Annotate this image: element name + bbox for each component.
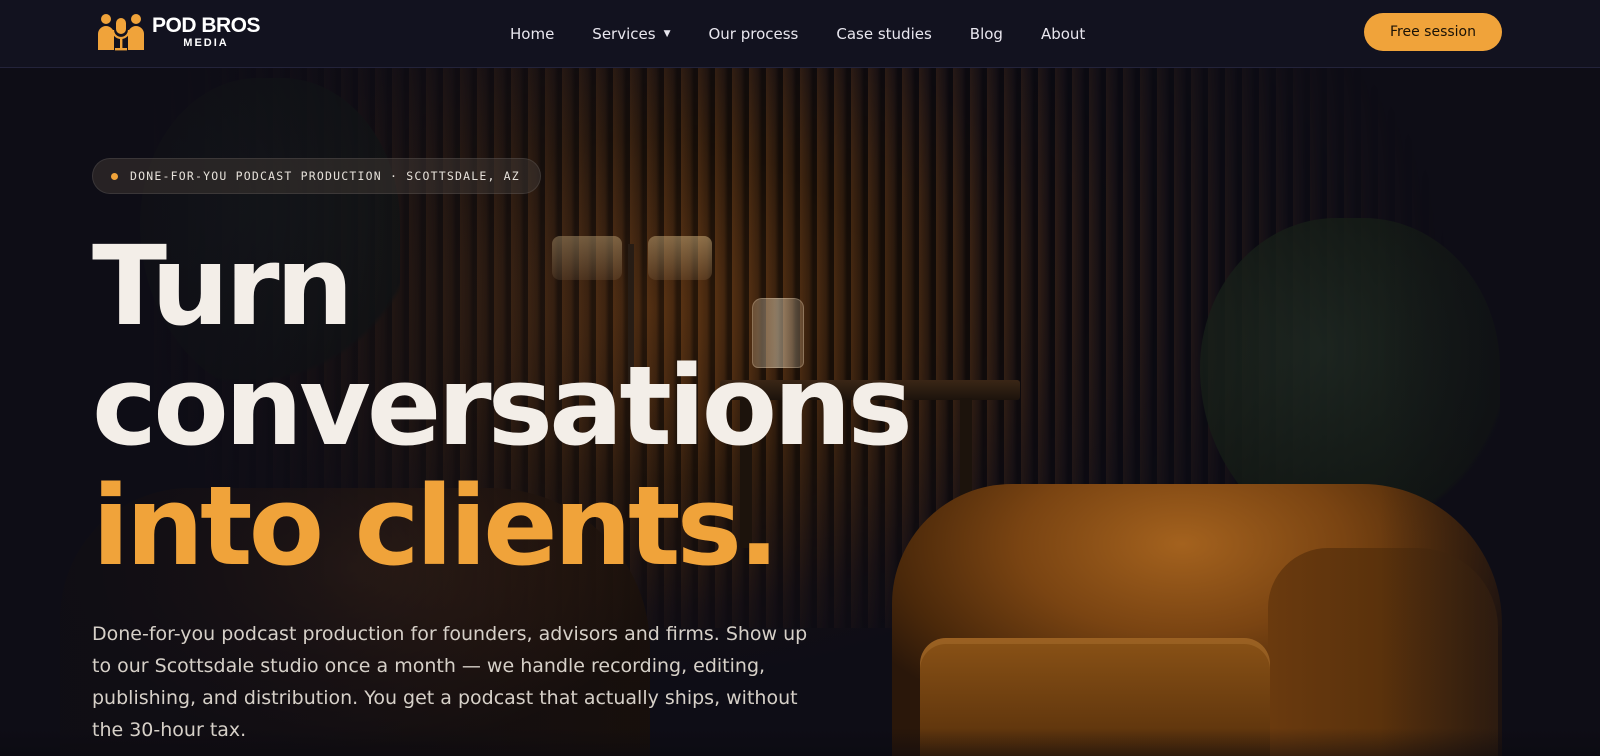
hero-headline: Turn conversations into clients. <box>92 222 913 590</box>
page: POD BROS MEDIA Home Services ▼ Our proce… <box>0 0 1600 756</box>
main-menu: Home Services ▼ Our process Case studies… <box>510 0 1085 68</box>
top-navbar: POD BROS MEDIA Home Services ▼ Our proce… <box>0 0 1600 68</box>
brand-wordmark: POD BROS MEDIA <box>152 14 261 49</box>
nav-link-case-studies[interactable]: Case studies <box>836 25 931 43</box>
brand-name-line2: MEDIA <box>183 37 229 49</box>
caret-down-icon: ▼ <box>663 29 671 39</box>
nav-link-about[interactable]: About <box>1041 25 1085 43</box>
nav-link-services-label: Services <box>592 25 656 43</box>
podcasters-microphone-logo-icon <box>98 14 144 51</box>
brand-logo[interactable]: POD BROS MEDIA <box>96 12 261 52</box>
nav-link-services[interactable]: Services ▼ <box>592 25 670 43</box>
nav-link-home[interactable]: Home <box>510 25 554 43</box>
status-dot-icon <box>111 172 118 180</box>
hero-description: Done-for-you podcast production for foun… <box>92 623 808 741</box>
hero-headline-line3: into clients. <box>92 462 780 590</box>
hero-headline-line1: Turn <box>92 222 354 350</box>
hero-eyebrow-text: DONE-FOR-YOU PODCAST PRODUCTION · SCOTTS… <box>130 169 520 183</box>
nav-link-blog[interactable]: Blog <box>970 25 1003 43</box>
hero-eyebrow-badge: DONE-FOR-YOU PODCAST PRODUCTION · SCOTTS… <box>92 158 541 194</box>
free-session-button[interactable]: Free session <box>1364 13 1502 51</box>
hero-headline-line2: conversations <box>92 342 913 470</box>
brand-name-line1: POD BROS <box>152 14 261 37</box>
right-dark-overlay <box>1380 68 1600 756</box>
nav-link-our-process[interactable]: Our process <box>708 25 798 43</box>
